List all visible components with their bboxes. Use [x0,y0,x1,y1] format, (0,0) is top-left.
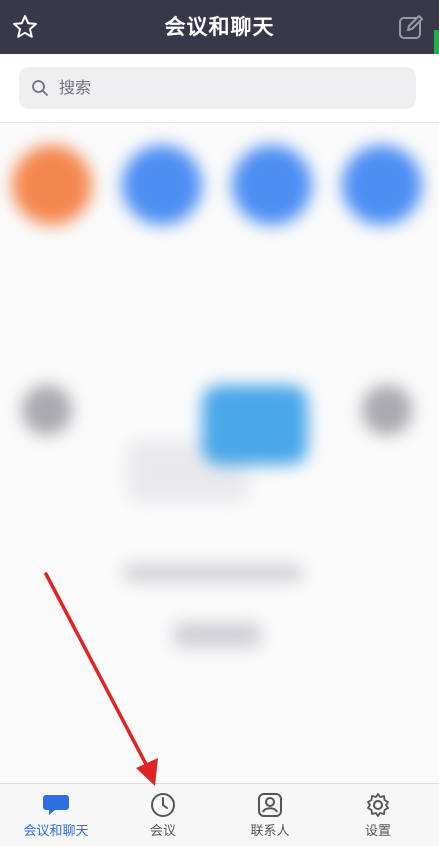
tab-meetings-and-chat[interactable]: 会议和聊天 [6,784,106,846]
tab-label: 联系人 [250,824,290,839]
blurred-text-line [124,565,302,581]
illustration-bubble [202,385,308,465]
carousel-left[interactable] [22,385,72,435]
tab-meetings[interactable]: 会议 [113,784,213,846]
chat-bubble-icon [43,795,69,815]
tab-label: 会议和聊天 [23,824,89,839]
bottom-nav: 会议和聊天 会议 联系人 设置 [0,783,439,846]
page-title: 会议和聊天 [164,15,275,39]
action-button-blue-1[interactable] [122,145,202,225]
action-button-blue-3[interactable] [342,145,422,225]
search-section: 搜索 [0,54,439,123]
search-input[interactable]: 搜索 [19,67,416,109]
new-chat-edit-icon[interactable] [397,13,425,41]
tab-contacts[interactable]: 联系人 [220,784,320,846]
search-icon [32,80,48,96]
tab-label: 设置 [364,824,391,839]
carousel-right[interactable] [362,385,412,435]
blurred-region [0,123,439,723]
search-placeholder: 搜索 [59,78,92,97]
tab-label: 会议 [149,824,176,839]
gear-icon [367,793,389,817]
main-content [0,123,439,783]
contact-icon [258,793,282,817]
action-button-blue-2[interactable] [232,145,312,225]
action-button-orange[interactable] [12,145,92,225]
app-header: 会议和聊天 [0,0,439,54]
blurred-button[interactable] [174,623,260,647]
clock-icon [151,793,175,817]
tab-settings[interactable]: 设置 [328,784,428,846]
